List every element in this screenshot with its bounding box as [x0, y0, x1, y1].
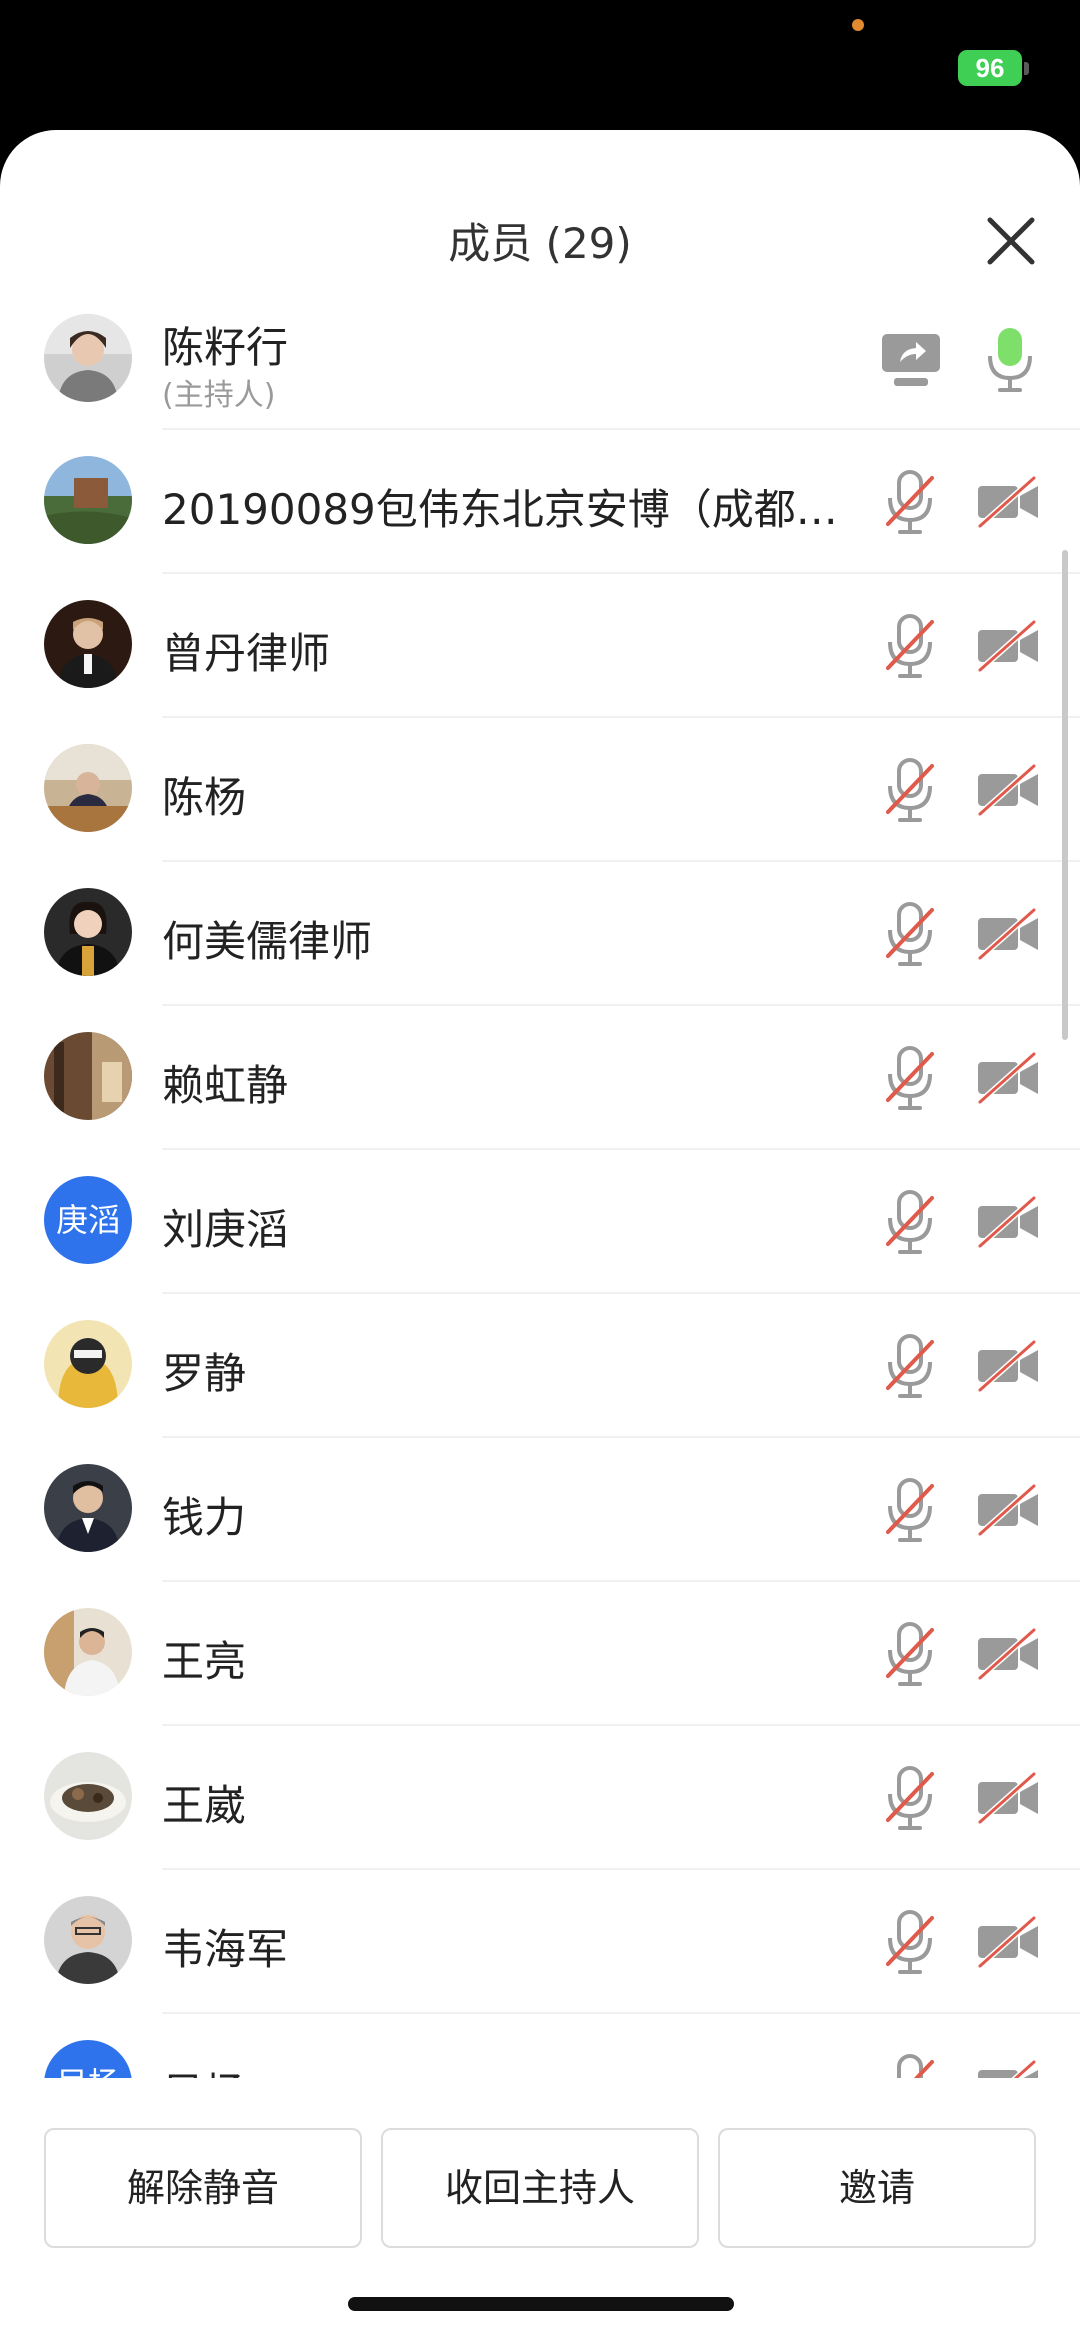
- member-row[interactable]: 庚滔 刘庚滔: [0, 1150, 1080, 1294]
- privacy-indicator-dot: [852, 19, 864, 31]
- mic-muted-icon[interactable]: [884, 1620, 936, 1688]
- member-row[interactable]: 钱力: [0, 1438, 1080, 1582]
- member-avatar: [44, 1464, 132, 1552]
- members-sheet: 成员 (29) 陈籽行 (主持人) 20190089包伟东北京安博（成都… 曾丹…: [0, 130, 1080, 2337]
- member-avatar: [44, 888, 132, 976]
- mic-on-icon[interactable]: [982, 324, 1038, 396]
- member-avatar-initials: 庚滔: [44, 1176, 132, 1264]
- member-avatar: [44, 744, 132, 832]
- battery-cap: [1024, 62, 1029, 75]
- member-avatar-initials: 吴杨: [44, 2040, 132, 2078]
- host-name: 陈籽行: [162, 323, 289, 372]
- member-name: 罗静: [162, 1349, 247, 1398]
- mic-muted-icon[interactable]: [884, 1044, 936, 1112]
- host-role-label: (主持人): [162, 378, 276, 413]
- camera-off-icon[interactable]: [976, 1916, 1040, 1968]
- status-bar: 96: [0, 0, 1080, 130]
- unmute-all-button[interactable]: 解除静音: [44, 2128, 362, 2248]
- battery-indicator: 96: [958, 50, 1022, 86]
- mic-muted-icon[interactable]: [884, 1908, 936, 1976]
- host-avatar: [44, 314, 132, 402]
- member-name: 刘庚滔: [162, 1205, 289, 1254]
- member-avatar: [44, 456, 132, 544]
- host-row[interactable]: 陈籽行 (主持人): [0, 290, 1080, 430]
- member-name: 吴杨: [162, 2060, 862, 2078]
- screen-share-icon[interactable]: [880, 332, 942, 390]
- member-list[interactable]: 20190089包伟东北京安博（成都… 曾丹律师 陈杨 何美儒律师 赖虹静 庚滔…: [0, 430, 1080, 2078]
- camera-off-icon[interactable]: [976, 1484, 1040, 1536]
- camera-off-icon[interactable]: [976, 620, 1040, 672]
- revoke-host-button[interactable]: 收回主持人: [381, 2128, 699, 2248]
- camera-off-icon[interactable]: [976, 1052, 1040, 1104]
- camera-off-icon[interactable]: [976, 2060, 1040, 2078]
- member-avatar: [44, 600, 132, 688]
- member-name: 钱力: [162, 1493, 247, 1542]
- member-avatar: [44, 1752, 132, 1840]
- member-name: 韦海军: [162, 1925, 289, 1974]
- member-avatar: [44, 1320, 132, 1408]
- scrollbar[interactable]: [1062, 550, 1068, 1040]
- mic-muted-icon[interactable]: [884, 900, 936, 968]
- mic-muted-icon[interactable]: [884, 1188, 936, 1256]
- member-name: 陈杨: [162, 773, 247, 822]
- camera-off-icon[interactable]: [976, 908, 1040, 960]
- member-row[interactable]: 赖虹静: [0, 1006, 1080, 1150]
- member-row[interactable]: 王崴: [0, 1726, 1080, 1870]
- member-name: 王亮: [162, 1637, 247, 1686]
- camera-off-icon[interactable]: [976, 1196, 1040, 1248]
- mic-muted-icon[interactable]: [884, 1332, 936, 1400]
- member-name: 何美儒律师: [162, 917, 373, 966]
- member-avatar: [44, 1032, 132, 1120]
- sheet-header: 成员 (29): [0, 130, 1080, 290]
- mic-muted-icon[interactable]: [884, 1476, 936, 1544]
- camera-off-icon[interactable]: [976, 764, 1040, 816]
- camera-off-icon[interactable]: [976, 476, 1040, 528]
- close-icon[interactable]: [980, 210, 1042, 272]
- member-avatar: [44, 1608, 132, 1696]
- members-title: 成员 (29): [448, 219, 632, 268]
- member-row[interactable]: 陈杨: [0, 718, 1080, 862]
- member-name: 20190089包伟东北京安博（成都…: [162, 485, 838, 534]
- member-row[interactable]: 曾丹律师: [0, 574, 1080, 718]
- invite-button[interactable]: 邀请: [718, 2128, 1036, 2248]
- mic-muted-icon[interactable]: [884, 1764, 936, 1832]
- member-row[interactable]: 吴杨 吴杨: [0, 2014, 1080, 2078]
- mic-muted-icon[interactable]: [884, 2052, 936, 2078]
- mic-muted-icon[interactable]: [884, 756, 936, 824]
- mic-muted-icon[interactable]: [884, 468, 936, 536]
- home-indicator[interactable]: [348, 2297, 734, 2311]
- member-avatar: [44, 1896, 132, 1984]
- member-row[interactable]: 20190089包伟东北京安博（成都…: [0, 430, 1080, 574]
- camera-off-icon[interactable]: [976, 1340, 1040, 1392]
- member-name: 曾丹律师: [162, 629, 331, 678]
- mic-muted-icon[interactable]: [884, 612, 936, 680]
- member-row[interactable]: 韦海军: [0, 1870, 1080, 2014]
- camera-off-icon[interactable]: [976, 1628, 1040, 1680]
- camera-off-icon[interactable]: [976, 1772, 1040, 1824]
- member-row[interactable]: 何美儒律师: [0, 862, 1080, 1006]
- member-row[interactable]: 王亮: [0, 1582, 1080, 1726]
- member-name: 赖虹静: [162, 1061, 289, 1110]
- member-row[interactable]: 罗静: [0, 1294, 1080, 1438]
- member-name: 王崴: [162, 1781, 247, 1830]
